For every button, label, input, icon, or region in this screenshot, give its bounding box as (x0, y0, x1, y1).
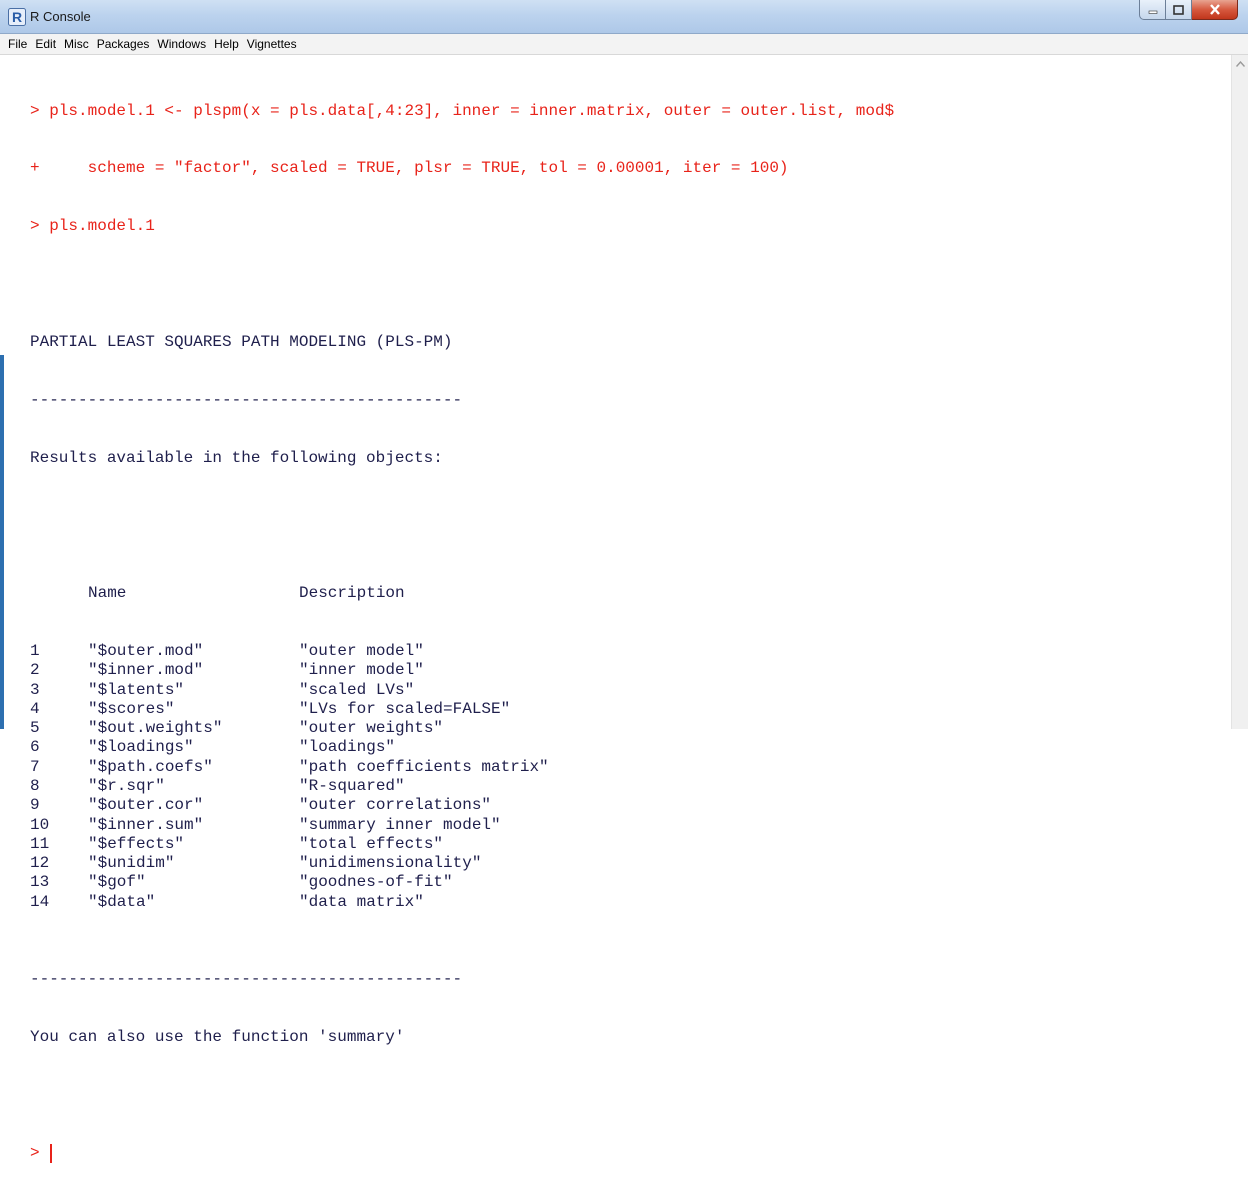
command-line: > pls.model.1 <- plspm(x = pls.data[,4:2… (30, 101, 895, 120)
row-name: "$latents" (88, 680, 185, 699)
row-description: "unidimensionality" (299, 854, 482, 873)
output-footer: You can also use the function 'summary' (30, 1027, 405, 1046)
scroll-up-button[interactable] (1232, 55, 1248, 72)
row-description: "total effects" (299, 834, 444, 853)
row-index: 10 (30, 815, 50, 834)
row-index: 4 (30, 699, 40, 718)
console-area[interactable]: > pls.model.1 <- plspm(x = pls.data[,4:2… (0, 55, 1248, 1163)
output-divider: ----------------------------------------… (30, 391, 463, 410)
svg-text:R: R (12, 9, 22, 25)
menu-packages[interactable]: Packages (93, 37, 154, 51)
row-index: 8 (30, 776, 40, 795)
table-row: 1 "$outer.mod" "outer model" (30, 642, 894, 661)
row-description: "outer correlations" (299, 796, 492, 815)
row-name: "$data" (88, 892, 156, 911)
table-row: 7 "$path.coefs" "path coefficients matrix" (30, 758, 894, 777)
row-name: "$scores" (88, 699, 175, 718)
row-index: 14 (30, 892, 50, 911)
row-description: "path coefficients matrix" (299, 757, 549, 776)
table-row: 3 "$latents" "scaled LVs" (30, 681, 894, 700)
header-description: Description (299, 584, 405, 603)
results-table: 1 "$outer.mod" "outer model" 2 "$inner.mod" "… (30, 642, 894, 912)
row-description: "goodnes-of-fit" (299, 873, 453, 892)
row-index: 13 (30, 873, 50, 892)
row-description: "loadings" (299, 738, 396, 757)
command-line: + scheme = "factor", scaled = TRUE, plsr… (30, 159, 789, 178)
table-header: Name Description (30, 584, 894, 603)
menu-bar: File Edit Misc Packages Windows Help Vig… (0, 34, 1248, 55)
menu-vignettes[interactable]: Vignettes (243, 37, 301, 51)
row-name: "$effects" (88, 834, 185, 853)
row-name: "$loadings" (88, 738, 194, 757)
row-name: "$inner.sum" (88, 815, 204, 834)
table-row: 6 "$loadings" "loadings" (30, 738, 894, 757)
maximize-icon (1173, 4, 1184, 15)
table-row: 10 "$inner.sum" "summary inner model" (30, 816, 894, 835)
menu-misc[interactable]: Misc (60, 37, 93, 51)
prompt-line[interactable]: > (30, 1144, 894, 1163)
window-controls (1139, 0, 1238, 21)
table-row: 9 "$outer.cor" "outer correlations" (30, 796, 894, 815)
output-heading: PARTIAL LEAST SQUARES PATH MODELING (PLS… (30, 333, 453, 352)
row-index: 2 (30, 661, 40, 680)
row-index: 3 (30, 680, 40, 699)
r-logo-icon: R (8, 8, 26, 26)
row-name: "$gof" (88, 873, 146, 892)
table-row: 2 "$inner.mod" "inner model" (30, 661, 894, 680)
row-index: 12 (30, 854, 50, 873)
window-titlebar[interactable]: R R Console (0, 0, 1248, 34)
close-button[interactable] (1192, 0, 1238, 20)
row-name: "$unidim" (88, 854, 175, 873)
window-edge (0, 355, 4, 729)
console-output: > pls.model.1 <- plspm(x = pls.data[,4:2… (30, 63, 894, 1202)
vertical-scrollbar[interactable] (1231, 55, 1248, 729)
row-index: 11 (30, 834, 50, 853)
table-row: 11 "$effects" "total effects" (30, 835, 894, 854)
menu-windows[interactable]: Windows (153, 37, 210, 51)
maximize-button[interactable] (1166, 0, 1192, 20)
output-divider: ----------------------------------------… (30, 969, 463, 988)
minimize-icon (1148, 10, 1157, 14)
command-line: > pls.model.1 (30, 217, 155, 236)
row-description: "outer model" (299, 641, 424, 660)
row-description: "data matrix" (299, 892, 424, 911)
table-row: 13 "$gof" "goodnes-of-fit" (30, 873, 894, 892)
row-name: "$outer.mod" (88, 641, 204, 660)
table-row: 8 "$r.sqr" "R-squared" (30, 777, 894, 796)
table-row: 12 "$unidim" "unidimensionality" (30, 854, 894, 873)
header-name: Name (88, 584, 127, 603)
header-index (30, 584, 88, 603)
row-name: "$inner.mod" (88, 661, 204, 680)
text-cursor (49, 1143, 52, 1163)
menu-help[interactable]: Help (210, 37, 243, 51)
table-row: 14 "$data" "data matrix" (30, 893, 894, 912)
row-name: "$outer.cor" (88, 796, 204, 815)
output-intro: Results available in the following objec… (30, 448, 443, 467)
minimize-button[interactable] (1139, 0, 1166, 20)
row-name: "$r.sqr" (88, 776, 165, 795)
row-index: 1 (30, 641, 40, 660)
row-index: 6 (30, 738, 40, 757)
window-title: R Console (30, 9, 91, 24)
table-row: 4 "$scores" "LVs for scaled=FALSE" (30, 700, 894, 719)
row-name: "$path.coefs" (88, 757, 213, 776)
row-description: "summary inner model" (299, 815, 501, 834)
chevron-up-icon (1235, 60, 1245, 67)
menu-file[interactable]: File (4, 37, 31, 51)
row-description: "LVs for scaled=FALSE" (299, 699, 511, 718)
row-description: "scaled LVs" (299, 680, 415, 699)
row-index: 7 (30, 757, 40, 776)
prompt-symbol: > (30, 1143, 40, 1162)
menu-edit[interactable]: Edit (31, 37, 60, 51)
row-description: "R-squared" (299, 776, 405, 795)
row-index: 9 (30, 796, 40, 815)
row-description: "inner model" (299, 661, 424, 680)
close-icon (1209, 4, 1220, 15)
